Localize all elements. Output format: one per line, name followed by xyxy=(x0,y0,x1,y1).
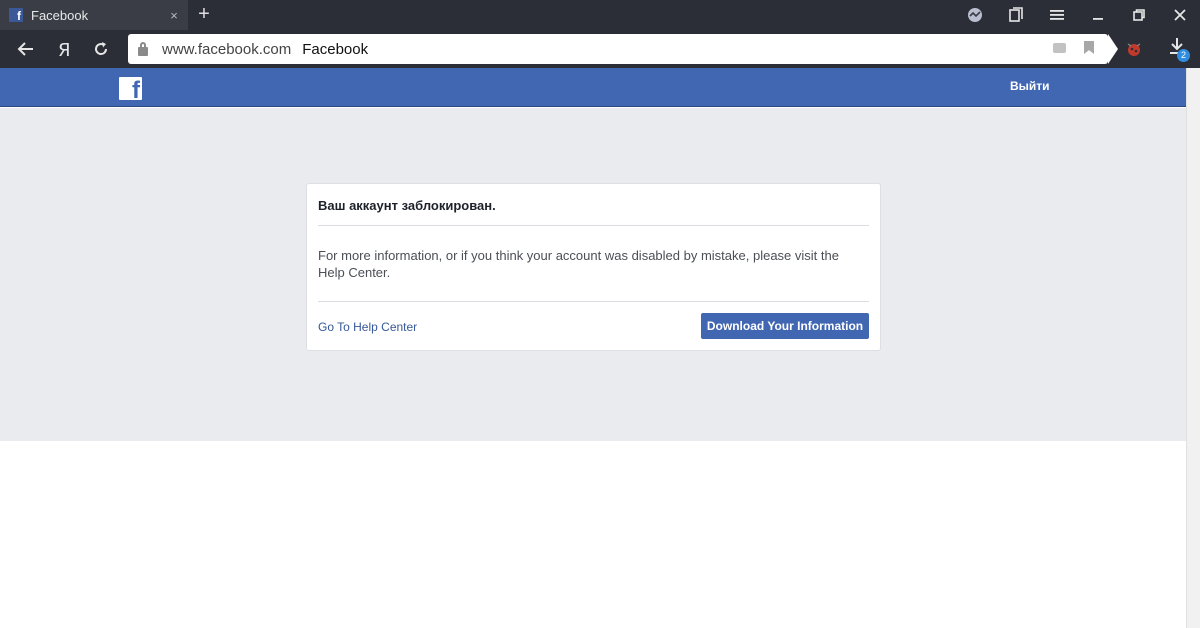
facebook-favicon-icon: f xyxy=(9,8,23,22)
back-arrow-icon[interactable] xyxy=(11,34,41,64)
dialog-title: Ваш аккаунт заблокирован. xyxy=(318,198,496,213)
facebook-header: f Выйти xyxy=(0,68,1186,107)
reload-icon[interactable] xyxy=(86,34,116,64)
tab-close-icon[interactable]: × xyxy=(164,8,184,23)
address-page-title: Facebook xyxy=(302,40,369,58)
new-tab-button[interactable]: + xyxy=(194,4,214,26)
browser-tab-bar: f Facebook × + xyxy=(0,0,1200,30)
restore-icon[interactable] xyxy=(1118,0,1159,30)
close-icon[interactable] xyxy=(1159,0,1200,30)
dialog-divider-bottom xyxy=(318,301,869,302)
svg-text:Я: Я xyxy=(58,40,71,58)
download-information-button[interactable]: Download Your Information xyxy=(701,313,869,339)
scrollbar[interactable] xyxy=(1186,68,1200,628)
address-bar[interactable]: www.facebook.com Facebook xyxy=(128,34,1118,64)
facebook-logo-letter: f xyxy=(132,77,140,101)
minimize-icon[interactable] xyxy=(1077,0,1118,30)
account-disabled-dialog: Ваш аккаунт заблокирован. For more infor… xyxy=(306,183,881,351)
address-url: www.facebook.com xyxy=(162,40,292,58)
page-content: Ваш аккаунт заблокирован. For more infor… xyxy=(0,108,1186,441)
help-center-link[interactable]: Go To Help Center xyxy=(318,320,417,334)
window-controls xyxy=(954,0,1200,30)
bookmarks-panel-icon[interactable] xyxy=(995,0,1036,30)
dialog-body: For more information, or if you think yo… xyxy=(318,248,839,280)
chat-icon[interactable] xyxy=(1053,43,1066,53)
menu-icon[interactable] xyxy=(1036,0,1077,30)
logout-link[interactable]: Выйти xyxy=(1010,79,1050,93)
dialog-divider-top xyxy=(318,225,869,226)
yandex-icon[interactable]: Я xyxy=(49,34,79,64)
facebook-logo-icon[interactable]: f xyxy=(119,77,142,100)
tab-title: Facebook xyxy=(31,7,89,23)
browser-nav-bar: Я www.facebook.com Facebook 2 xyxy=(0,30,1200,68)
lock-icon xyxy=(138,41,148,56)
download-count-badge: 2 xyxy=(1177,49,1190,62)
protect-icon[interactable] xyxy=(954,0,995,30)
bookmark-icon[interactable] xyxy=(1084,41,1094,54)
browser-tab[interactable]: f Facebook × xyxy=(0,0,188,30)
download-icon[interactable]: 2 xyxy=(1162,36,1192,62)
extension-icon[interactable] xyxy=(1124,40,1144,58)
